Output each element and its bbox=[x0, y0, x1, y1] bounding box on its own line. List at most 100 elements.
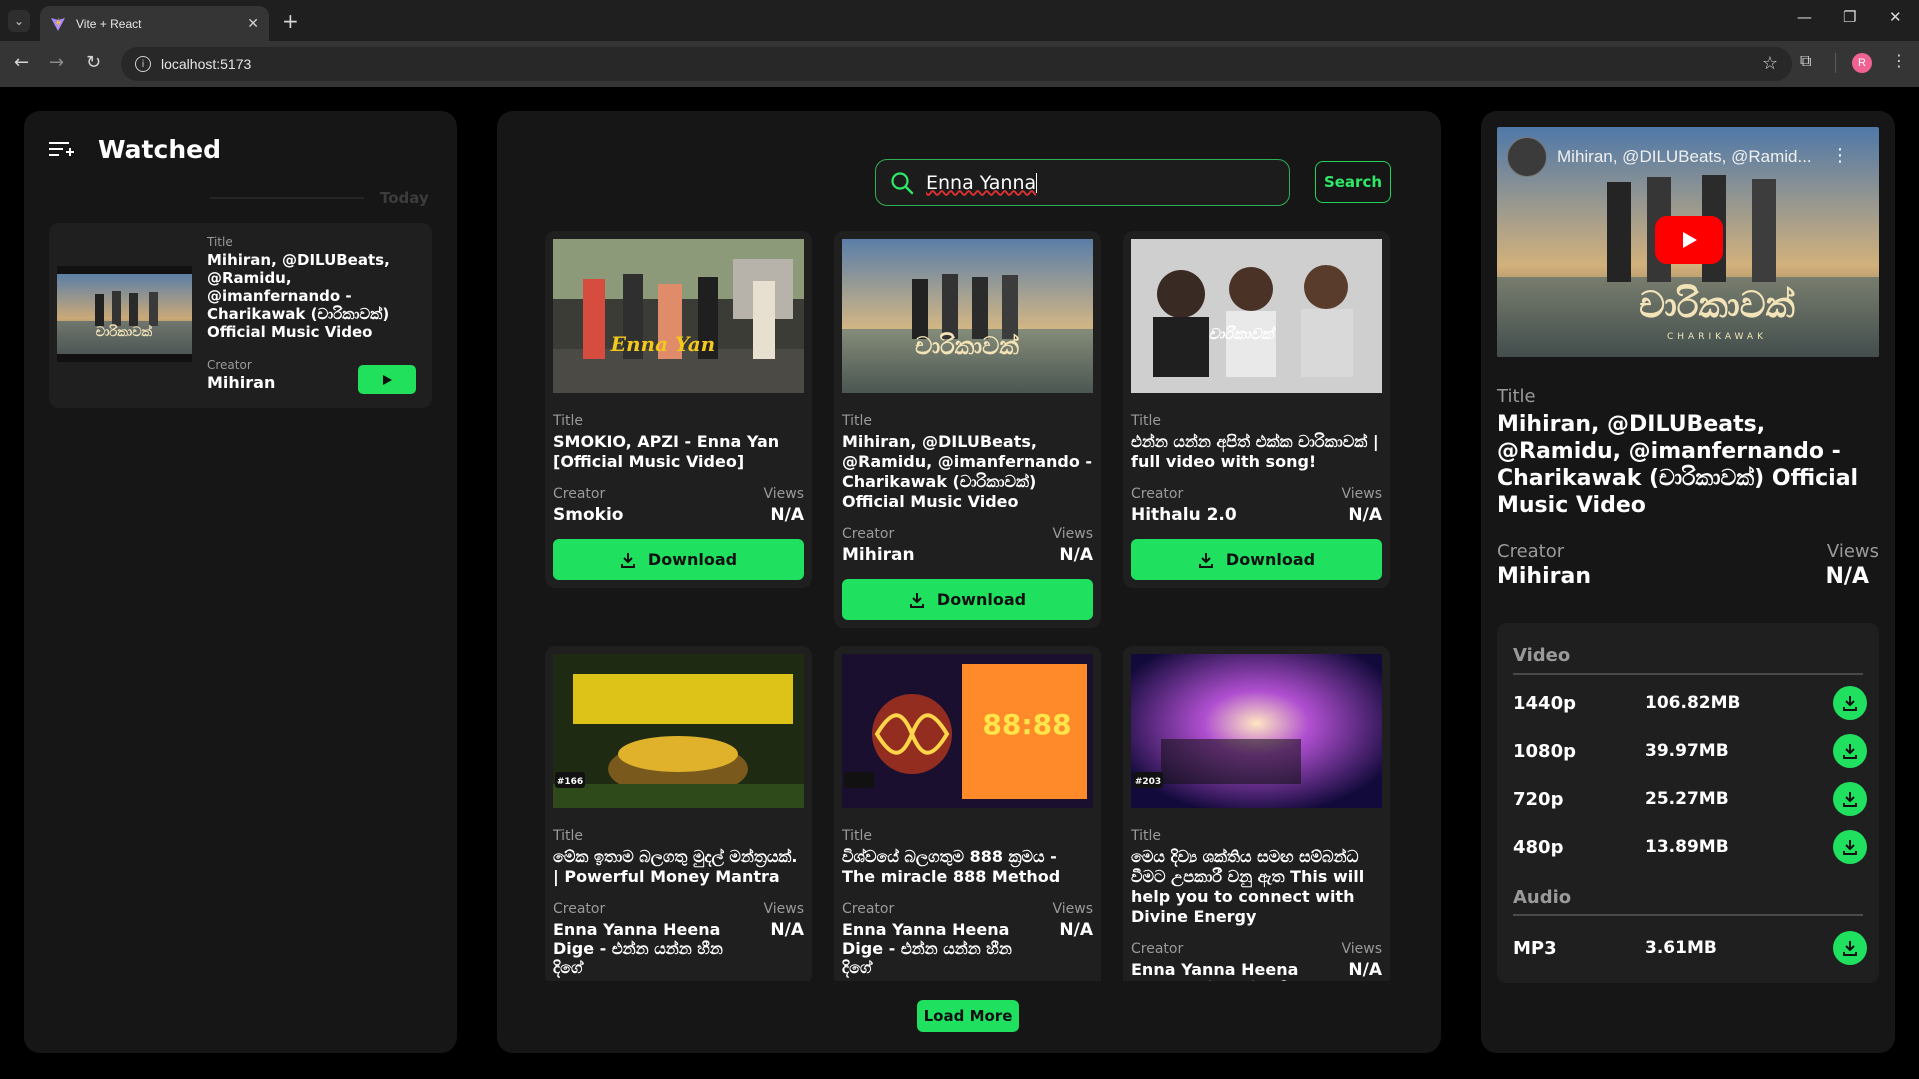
download-icon[interactable] bbox=[1833, 686, 1867, 720]
download-icon bbox=[620, 552, 635, 568]
title-label: Title bbox=[1131, 828, 1162, 844]
download-row-1080p: 1080p 39.97MB bbox=[1513, 734, 1867, 768]
title-label: Title bbox=[553, 413, 584, 429]
creator-label: Creator bbox=[1131, 486, 1184, 502]
download-icon[interactable] bbox=[1833, 931, 1867, 965]
download-icon[interactable] bbox=[1833, 734, 1867, 768]
detail-views-label: Views bbox=[1826, 541, 1879, 562]
playlist-add-icon[interactable] bbox=[48, 138, 74, 162]
player-overlay-title[interactable]: Mihiran, @DILUBeats, @Ramid... bbox=[1557, 147, 1812, 167]
video-card: #166 Title මේක ඉතාම බලගතු මුදල් මන්ත්‍රය… bbox=[545, 646, 812, 981]
tab-search-button[interactable]: ⌄ bbox=[8, 10, 30, 32]
video-divider bbox=[1513, 673, 1863, 675]
restore-icon[interactable]: ❐ bbox=[1843, 8, 1856, 26]
video-meta: Creator Enna Yanna Heena Dige - එන්න යන්න… bbox=[842, 901, 1093, 977]
search-input[interactable]: Enna Yanna bbox=[875, 159, 1290, 206]
video-views: N/A bbox=[1348, 505, 1382, 525]
file-size: 13.89MB bbox=[1645, 837, 1729, 857]
video-card: Enna Yan Title SMOKIO, APZI - Enna Yan [… bbox=[545, 231, 812, 588]
search-icon bbox=[891, 171, 914, 194]
play-icon bbox=[1683, 232, 1697, 248]
minimize-icon[interactable]: — bbox=[1797, 8, 1812, 26]
watched-thumbnail: චාරිකාවක් bbox=[57, 266, 192, 362]
audio-divider bbox=[1513, 914, 1863, 916]
results-grid[interactable]: Enna Yan Title SMOKIO, APZI - Enna Yan [… bbox=[545, 231, 1393, 981]
search-query[interactable]: Enna Yanna bbox=[926, 172, 1038, 194]
creator-label: Creator bbox=[842, 901, 895, 917]
video-views: N/A bbox=[770, 505, 804, 525]
detail-title: Mihiran, @DILUBeats, @Ramidu, @imanferna… bbox=[1497, 412, 1859, 518]
video-title: Mihiran, @DILUBeats, @Ramidu, @imanferna… bbox=[842, 432, 1093, 511]
new-tab-button[interactable]: + bbox=[282, 9, 299, 33]
back-icon[interactable]: ← bbox=[14, 52, 29, 73]
audio-section-label: Audio bbox=[1513, 887, 1572, 908]
video-title: මේක ඉතාම බලගතු මුදල් මන්ත්‍රයක්. | Power… bbox=[553, 847, 798, 886]
download-icon bbox=[1198, 552, 1213, 568]
player-more-icon[interactable]: ⋮ bbox=[1831, 145, 1849, 166]
video-thumbnail: චාරිකාවක් bbox=[842, 239, 1093, 393]
quality-label: MP3 bbox=[1513, 937, 1557, 959]
video-views: N/A bbox=[1348, 960, 1382, 980]
file-size: 25.27MB bbox=[1645, 789, 1729, 809]
download-icon[interactable] bbox=[1833, 782, 1867, 816]
video-creator: Hithalu 2.0 bbox=[1131, 505, 1237, 525]
reload-icon[interactable]: ↻ bbox=[86, 52, 101, 73]
download-icon[interactable] bbox=[1833, 830, 1867, 864]
forward-icon[interactable]: → bbox=[49, 52, 64, 73]
address-url[interactable]: localhost:5173 bbox=[161, 56, 251, 72]
quality-label: 480p bbox=[1513, 836, 1564, 858]
detail-creator-label: Creator bbox=[1497, 541, 1565, 562]
video-player[interactable]: චාරිකාවක් CHARIKAWAK Mihiran, @DILUBeats… bbox=[1497, 127, 1879, 357]
svg-text:CHARIKAWAK: CHARIKAWAK bbox=[1667, 332, 1767, 342]
toolbar-divider bbox=[1835, 53, 1836, 73]
video-title: එන්න යන්න අපිත් එක්ක චාරිකාවක් | full vi… bbox=[1131, 432, 1379, 471]
video-creator: Mihiran bbox=[842, 545, 915, 565]
video-thumbnail: 88:88 bbox=[842, 654, 1093, 808]
svg-text:88:88: 88:88 bbox=[982, 708, 1071, 741]
download-button[interactable]: Download bbox=[553, 539, 804, 580]
watched-item[interactable]: චාරිකාවක් Title Mihiran, @DILUBeats, @Ra… bbox=[49, 223, 432, 408]
browser-tab[interactable]: Vite + React ✕ bbox=[40, 6, 269, 41]
play-icon bbox=[383, 374, 392, 385]
channel-avatar[interactable] bbox=[1507, 137, 1547, 177]
quality-label: 720p bbox=[1513, 788, 1564, 810]
creator-label: Creator bbox=[553, 486, 606, 502]
download-button[interactable]: Download bbox=[1131, 539, 1382, 580]
video-meta: Creator Enna Yanna Heena Dige - එන්න යන්න… bbox=[1131, 941, 1382, 981]
day-label: Today bbox=[380, 189, 429, 207]
watched-header: Watched bbox=[48, 135, 221, 164]
site-info-icon[interactable]: i bbox=[135, 56, 151, 72]
video-thumbnail: #203 bbox=[1131, 654, 1382, 808]
video-thumbnail: #166 bbox=[553, 654, 804, 808]
video-thumbnail: Enna Yan bbox=[553, 239, 804, 393]
video-views: N/A bbox=[770, 920, 804, 940]
video-title: විශ්වයේ බලගතුම 888 ක්‍රමය - The miracle … bbox=[842, 847, 1061, 886]
youtube-play-button[interactable] bbox=[1655, 216, 1723, 264]
watched-title: Watched bbox=[98, 135, 221, 164]
video-meta: Creator Enna Yanna Heena Dige - එන්න යන්න… bbox=[553, 901, 804, 977]
download-button[interactable]: Download bbox=[842, 579, 1093, 620]
video-meta: Creator Hithalu 2.0 Views N/A bbox=[1131, 486, 1382, 525]
views-label: Views bbox=[1052, 526, 1093, 542]
views-label: Views bbox=[1341, 941, 1382, 957]
profile-avatar[interactable]: R bbox=[1852, 53, 1872, 73]
watched-panel: Watched Today චාරිකාවක් Title Mihiran, @… bbox=[24, 111, 457, 1053]
browser-tabbar: ⌄ Vite + React ✕ + — ❐ ✕ bbox=[0, 0, 1919, 41]
video-section-label: Video bbox=[1513, 645, 1571, 666]
bookmark-star-icon[interactable]: ☆ bbox=[1762, 53, 1778, 74]
close-tab-icon[interactable]: ✕ bbox=[247, 16, 259, 32]
download-row-480p: 480p 13.89MB bbox=[1513, 830, 1867, 864]
load-more-button[interactable]: Load More bbox=[917, 1000, 1019, 1032]
details-panel: චාරිකාවක් CHARIKAWAK Mihiran, @DILUBeats… bbox=[1481, 111, 1895, 1053]
address-bar[interactable]: i localhost:5173 ☆ bbox=[121, 47, 1792, 81]
video-thumbnail: චාරිකාවක් bbox=[1131, 239, 1382, 393]
search-button[interactable]: Search bbox=[1315, 161, 1391, 203]
browser-toolbar: ← → ↻ i localhost:5173 ☆ bbox=[0, 41, 1919, 87]
play-button[interactable] bbox=[358, 365, 416, 394]
browser-menu-icon[interactable]: ⋮ bbox=[1891, 51, 1907, 70]
close-window-icon[interactable]: ✕ bbox=[1889, 8, 1902, 26]
extensions-icon[interactable]: ⧉ bbox=[1800, 51, 1811, 71]
file-size: 3.61MB bbox=[1645, 938, 1717, 958]
svg-text:චාරිකාවක්: චාරිකාවක් bbox=[915, 332, 1019, 360]
svg-text:Enna Yan: Enna Yan bbox=[610, 332, 715, 356]
